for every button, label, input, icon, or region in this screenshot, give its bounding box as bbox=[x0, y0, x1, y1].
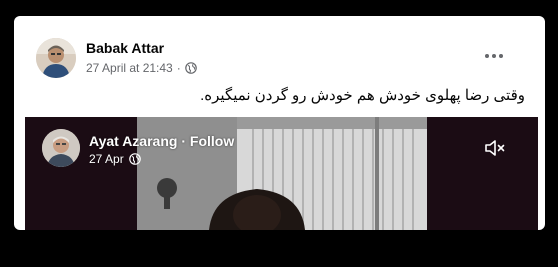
post-meta: 27 April at 21:43 · bbox=[86, 60, 197, 76]
more-horizontal-icon bbox=[485, 54, 489, 58]
meta-separator: · bbox=[176, 61, 181, 75]
post-card: Babak Attar 27 April at 21:43 · وقتی رضا… bbox=[14, 16, 545, 230]
post-header: Babak Attar 27 April at 21:43 · bbox=[14, 16, 545, 86]
author-name[interactable]: Babak Attar bbox=[86, 40, 164, 56]
video-overlay-header: Ayat Azarang · Follow 27 Apr bbox=[25, 117, 538, 177]
video-meta: 27 Apr bbox=[89, 151, 141, 167]
post-text: وقتی رضا پهلوی خودش هم خودش رو گردن نمیگ… bbox=[200, 87, 525, 104]
channel-avatar-image bbox=[42, 129, 80, 167]
more-options-button[interactable] bbox=[478, 44, 510, 68]
channel-line: Ayat Azarang · Follow bbox=[89, 133, 234, 149]
globe-icon bbox=[184, 62, 197, 74]
channel-separator: · bbox=[181, 133, 186, 149]
author-avatar-image bbox=[36, 38, 76, 78]
author-avatar[interactable] bbox=[36, 38, 76, 78]
more-dot bbox=[499, 54, 503, 58]
video-date[interactable]: 27 Apr bbox=[89, 152, 124, 166]
follow-button[interactable]: Follow bbox=[190, 133, 234, 149]
channel-name[interactable]: Ayat Azarang bbox=[89, 133, 177, 149]
channel-avatar[interactable] bbox=[42, 129, 80, 167]
unmute-button[interactable] bbox=[483, 136, 507, 160]
globe-icon bbox=[128, 153, 141, 165]
shared-video[interactable]: Ayat Azarang · Follow 27 Apr bbox=[25, 117, 538, 230]
speaker-muted-icon bbox=[485, 140, 505, 156]
more-dot bbox=[492, 54, 496, 58]
post-timestamp[interactable]: 27 April at 21:43 bbox=[86, 61, 173, 75]
